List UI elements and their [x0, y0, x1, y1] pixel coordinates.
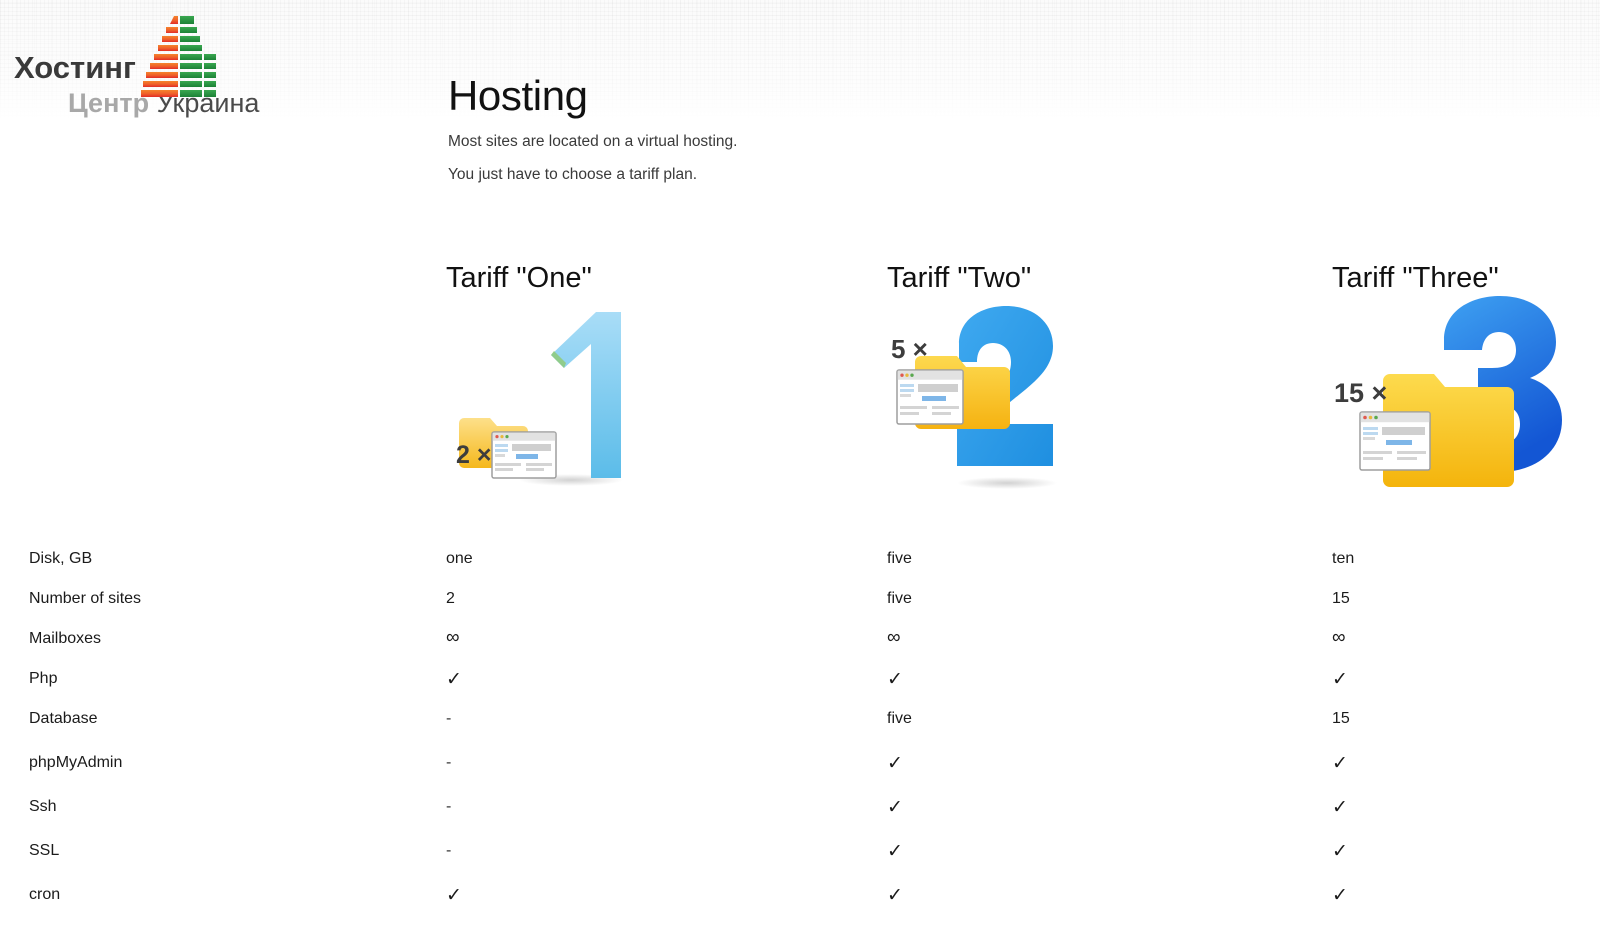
- tariff-one-illustration: 2 ×: [456, 312, 623, 486]
- row-label: Php: [29, 670, 58, 687]
- table-row: Database - five 15: [0, 708, 1600, 752]
- row-value-tariff-one: one: [446, 550, 473, 567]
- site-logo[interactable]: Хостинг Центр Украина: [14, 8, 264, 118]
- row-value-tariff-three: ten: [1332, 550, 1355, 567]
- row-value-tariff-two: five: [887, 550, 912, 567]
- tariff-heading-three: Tariff "Three": [1332, 262, 1499, 295]
- row-value-tariff-three: ✓: [1332, 669, 1348, 690]
- row-value-tariff-one: ✓: [446, 669, 462, 690]
- row-value-tariff-two: ✓: [887, 753, 903, 774]
- tariff-two-multiplier: 5 ×: [891, 334, 928, 364]
- table-row: Ssh - ✓ ✓: [0, 796, 1600, 840]
- tariff-three-illustration: 15 ×: [1334, 296, 1562, 487]
- table-row: SSL - ✓ ✓: [0, 840, 1600, 884]
- row-value-tariff-two: five: [887, 590, 912, 607]
- row-label: phpMyAdmin: [29, 754, 123, 771]
- table-row: Number of sites 2 five 15: [0, 588, 1600, 628]
- row-value-tariff-one: -: [446, 754, 452, 771]
- row-label: Ssh: [29, 798, 57, 815]
- tariff-comparison-table: Disk, GB one five ten Number of sites 2 …: [0, 548, 1600, 928]
- row-value-tariff-two: ✓: [887, 885, 903, 906]
- intro-line-2: You just have to choose a tariff plan.: [448, 166, 698, 183]
- tariff-heading-two: Tariff "Two": [887, 262, 1032, 295]
- table-row: Mailboxes ∞ ∞ ∞: [0, 628, 1600, 668]
- row-label: Database: [29, 710, 98, 727]
- tariff-three-multiplier: 15 ×: [1334, 378, 1387, 408]
- row-value-tariff-three: ✓: [1332, 885, 1348, 906]
- tariff-heading-one: Tariff "One": [446, 262, 592, 295]
- tariff-one-multiplier: 2 ×: [456, 441, 491, 469]
- row-label: Number of sites: [29, 590, 142, 607]
- logo-line-hosting: Хостинг: [14, 50, 136, 85]
- row-value-tariff-one: ∞: [446, 627, 460, 648]
- row-value-tariff-two: five: [887, 710, 912, 727]
- row-value-tariff-one: -: [446, 798, 452, 815]
- table-row: Php ✓ ✓ ✓: [0, 668, 1600, 708]
- row-label: Disk, GB: [29, 550, 93, 567]
- table-row: cron ✓ ✓ ✓: [0, 884, 1600, 928]
- page-title: Hosting: [448, 72, 588, 120]
- row-value-tariff-one: ✓: [446, 885, 462, 906]
- row-value-tariff-one: -: [446, 842, 452, 859]
- row-value-tariff-three: ✓: [1332, 753, 1348, 774]
- logo-word-centr: Центр: [68, 88, 150, 118]
- intro-text: Most sites are located on a virtual host…: [448, 133, 737, 199]
- intro-line-1: Most sites are located on a virtual host…: [448, 133, 738, 150]
- row-value-tariff-three: ✓: [1332, 841, 1348, 862]
- row-value-tariff-three: 15: [1332, 590, 1350, 607]
- table-row: Disk, GB one five ten: [0, 548, 1600, 588]
- tariff-two-illustration: 5 ×: [891, 306, 1057, 489]
- row-value-tariff-three: ∞: [1332, 627, 1346, 648]
- row-value-tariff-two: ✓: [887, 797, 903, 818]
- row-value-tariff-three: 15: [1332, 710, 1350, 727]
- row-label: Mailboxes: [29, 630, 102, 647]
- row-value-tariff-three: ✓: [1332, 797, 1348, 818]
- building-icon: [141, 16, 216, 97]
- row-value-tariff-two: ✓: [887, 669, 903, 690]
- row-value-tariff-two: ✓: [887, 841, 903, 862]
- row-label: cron: [29, 886, 61, 903]
- table-row: phpMyAdmin - ✓ ✓: [0, 752, 1600, 796]
- row-value-tariff-two: ∞: [887, 627, 901, 648]
- row-label: SSL: [29, 842, 60, 859]
- row-value-tariff-one: 2: [446, 590, 455, 607]
- row-value-tariff-one: -: [446, 710, 452, 727]
